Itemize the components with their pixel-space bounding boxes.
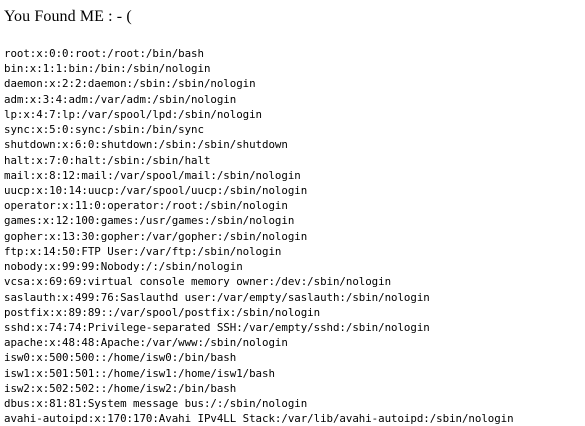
passwd-line: adm:x:3:4:adm:/var/adm:/sbin/nologin [4,92,237,106]
passwd-line: games:x:12:100:games:/usr/games:/sbin/no… [4,214,295,228]
passwd-line: daemon:x:2:2:daemon:/sbin:/sbin/nologin [4,77,256,91]
passwd-line: root:x:0:0:root:/root:/bin/bash [4,47,204,60]
passwd-line: operator:x:11:0:operator:/root:/sbin/nol… [4,199,288,213]
passwd-line: bin:x:1:1:bin:/bin:/sbin/nologin [4,62,211,76]
passwd-line: postfix:x:89:89::/var/spool/postfix:/sbi… [4,305,321,319]
passwd-line: gopher:x:13:30:gopher:/var/gopher:/sbin/… [4,229,308,243]
passwd-line: apache:x:48:48:Apache:/var/www:/sbin/nol… [4,336,288,350]
passwd-line: vcsa:x:69:69:virtual console memory owne… [4,275,392,289]
passwd-line: dbus:x:81:81:System message bus:/:/sbin/… [4,397,308,411]
passwd-line: ftp:x:14:50:FTP User:/var/ftp:/sbin/nolo… [4,244,282,258]
passwd-line: shutdown:x:6:0:shutdown:/sbin:/sbin/shut… [4,138,288,152]
passwd-line: nobody:x:99:99:Nobody:/:/sbin/nologin [4,260,243,274]
passwd-line: uucp:x:10:14:uucp:/var/spool/uucp:/sbin/… [4,183,308,197]
passwd-line: isw1:x:501:501::/home/isw1:/home/isw1/ba… [4,366,275,380]
passwd-line: sync:x:5:0:sync:/sbin:/bin/sync [4,123,204,137]
page: You Found ME : - ( root:x:0:0:root:/root… [0,0,585,425]
passwd-line: isw0:x:500:500::/home/isw0:/bin/bash [4,351,237,365]
passwd-line: halt:x:7:0:halt:/sbin:/sbin/halt [4,153,211,167]
passwd-line: isw2:x:502:502::/home/isw2:/bin/bash [4,381,237,395]
passwd-line: lp:x:4:7:lp:/var/spool/lpd:/sbin/nologin [4,107,263,121]
page-heading: You Found ME : - ( [4,8,132,25]
passwd-line: avahi-autoipd:x:170:170:Avahi IPv4LL Sta… [4,412,514,426]
passwd-file-content: root:x:0:0:root:/root:/bin/bash bin:x:1:1… [4,46,585,426]
passwd-line: saslauth:x:499:76:Saslauthd user:/var/em… [4,290,430,304]
passwd-line: sshd:x:74:74:Privilege-separated SSH:/va… [4,320,430,334]
passwd-line: mail:x:8:12:mail:/var/spool/mail:/sbin/n… [4,168,301,182]
